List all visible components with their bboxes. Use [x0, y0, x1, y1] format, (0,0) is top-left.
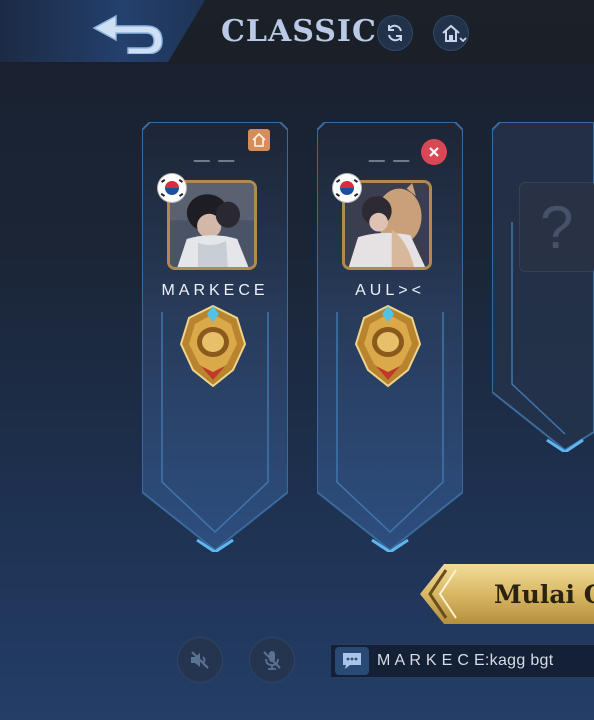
- player-title: — —: [193, 152, 237, 169]
- home-dropdown-icon: [442, 24, 467, 43]
- player-title: — —: [368, 152, 412, 169]
- back-arrow-icon: [92, 14, 163, 54]
- speaker-toggle-button[interactable]: [177, 637, 223, 683]
- speaker-muted-icon: [191, 651, 209, 669]
- refresh-icon: [388, 24, 402, 42]
- korea-flag-icon: [333, 174, 361, 202]
- mythic-rank-badge-icon: [179, 304, 247, 388]
- top-bar: CLASSIC: [0, 0, 594, 64]
- chat-last-message: M A R K E C E:kagg bgt: [377, 652, 554, 669]
- chat-bubble-icon: [343, 653, 361, 669]
- mythic-rank-badge-icon: [354, 304, 422, 388]
- start-game-button[interactable]: Mulai G: [416, 562, 594, 626]
- back-button[interactable]: [0, 0, 205, 62]
- korea-flag-icon: [158, 174, 186, 202]
- question-mark-icon: ?: [540, 194, 574, 261]
- player-slot-3-frame[interactable]: [492, 122, 594, 452]
- room-home-button[interactable]: [433, 15, 469, 51]
- game-mode-title: CLASSIC: [221, 14, 377, 49]
- player-slot-1[interactable]: — — MARKECE: [142, 122, 288, 552]
- mic-toggle-button[interactable]: [249, 637, 295, 683]
- home-icon: [252, 132, 266, 147]
- player-name: MARKECE: [161, 282, 269, 299]
- switch-mode-button[interactable]: [377, 15, 413, 51]
- start-button-label: Mulai G: [494, 580, 594, 609]
- empty-slot-placeholder[interactable]: ?: [519, 182, 594, 272]
- host-indicator: [248, 129, 270, 151]
- player-name: AUL><: [355, 282, 425, 299]
- chat-bar[interactable]: M A R K E C E:kagg bgt: [330, 644, 594, 678]
- chat-button[interactable]: [335, 647, 369, 675]
- player-slot-2[interactable]: — — AUL><: [317, 122, 463, 552]
- mic-muted-icon: [263, 651, 281, 670]
